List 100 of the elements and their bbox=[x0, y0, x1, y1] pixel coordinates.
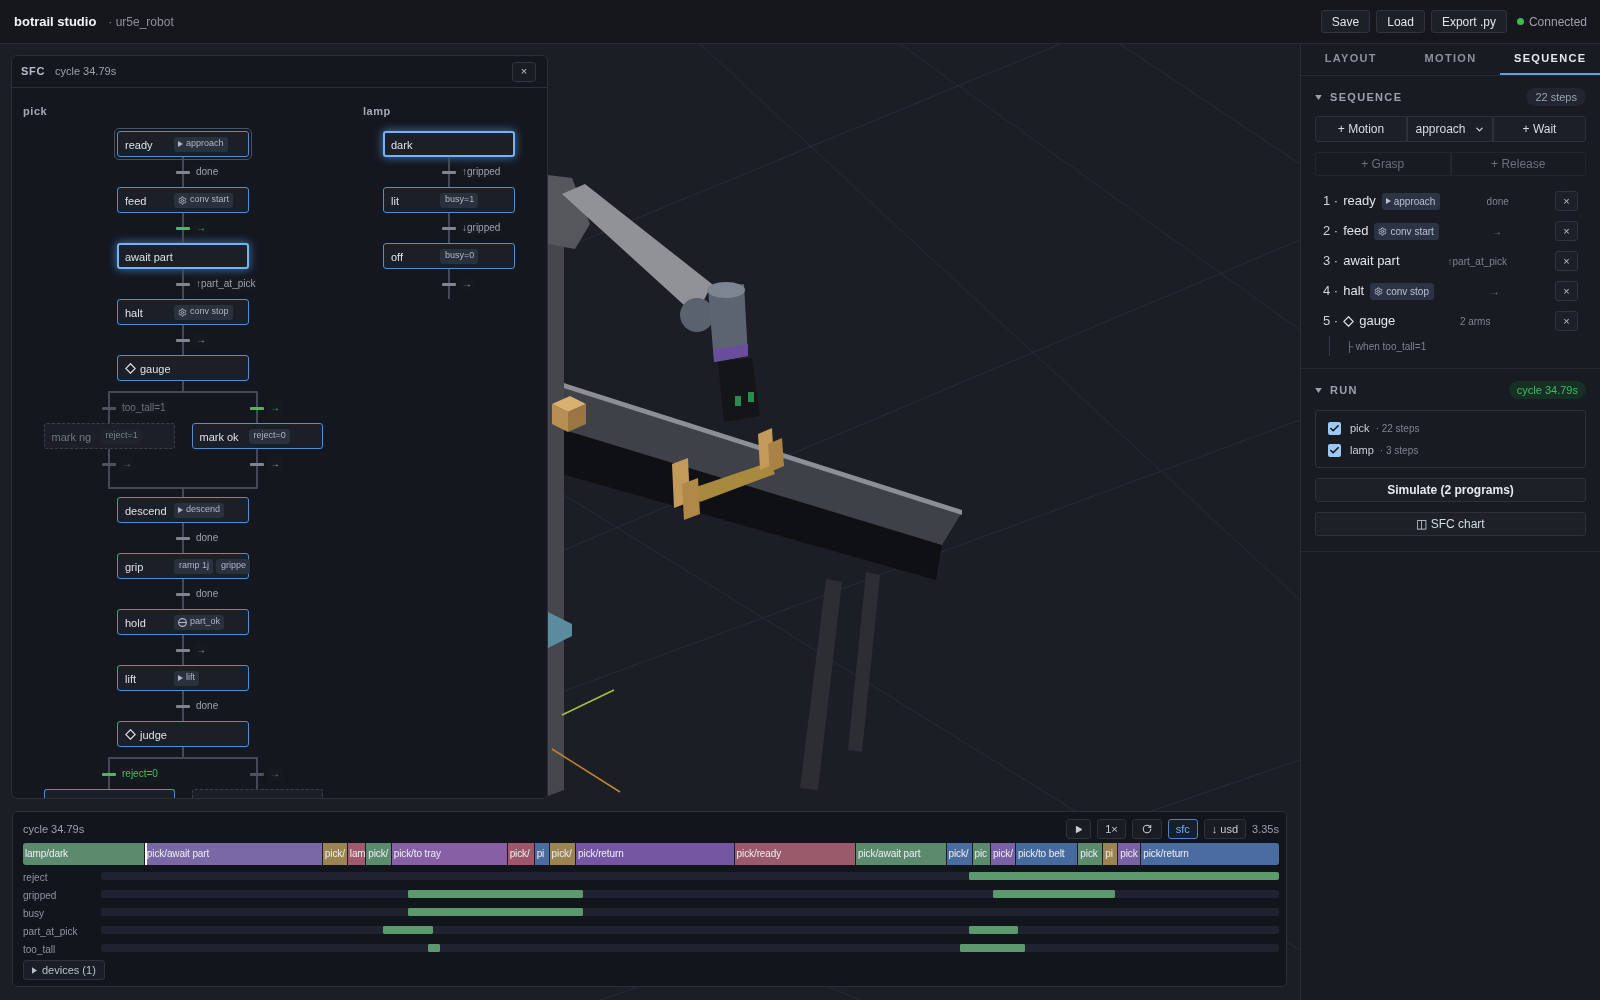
toolbar-button[interactable]: Export .py bbox=[1430, 10, 1507, 33]
connector-line bbox=[182, 213, 184, 243]
step-name[interactable]: await part bbox=[1343, 251, 1400, 271]
remove-button[interactable]: × bbox=[1555, 311, 1578, 331]
loop-button[interactable] bbox=[1131, 819, 1162, 839]
step-number: 3 · bbox=[1323, 252, 1339, 271]
step-name[interactable]: gauge bbox=[1359, 311, 1396, 331]
step-label: await part bbox=[125, 251, 173, 263]
diamond-icon bbox=[125, 728, 136, 740]
tag-label: busy=1 bbox=[445, 193, 475, 207]
step-label: dark bbox=[391, 139, 413, 151]
step-label: mark ng bbox=[51, 431, 92, 443]
simulate-button[interactable]: Simulate (2 programs) bbox=[1315, 478, 1586, 502]
tab[interactable]: MOTION bbox=[1400, 44, 1501, 75]
remove-button[interactable]: × bbox=[1555, 281, 1578, 301]
connector-line bbox=[182, 523, 184, 553]
motion-select[interactable]: approach bbox=[1407, 116, 1493, 142]
play-button[interactable] bbox=[1066, 819, 1092, 839]
program-name: pick bbox=[1350, 420, 1370, 436]
section-title[interactable]: RUN bbox=[1330, 381, 1358, 399]
timeline-segment[interactable]: pick bbox=[1118, 843, 1142, 865]
timeline-segment[interactable]: pick bbox=[1078, 843, 1104, 865]
timeline-segment[interactable]: pick/ bbox=[366, 843, 392, 865]
tag-label: lift bbox=[186, 671, 195, 685]
tag-label: reject=0 bbox=[253, 429, 286, 443]
add-step-button[interactable]: + Motion bbox=[1315, 116, 1407, 142]
toolbar-button[interactable]: ↓ usd bbox=[1203, 819, 1247, 839]
timeline-segment[interactable]: pick/return bbox=[576, 843, 735, 865]
timeline-segment[interactable]: pick/return bbox=[1141, 843, 1279, 865]
sequence-track[interactable]: lamp/dark pick/await part pick/ lam pick/ pick/to tray pick/ pi pick/ pick/return pick/ready pick/await part pick/ pic pick/ pick/to belt pick pi pick pick/return bbox=[23, 843, 1279, 865]
connector-line bbox=[448, 269, 450, 299]
step-label: gauge bbox=[140, 363, 171, 375]
step-name[interactable]: feed bbox=[1343, 221, 1369, 241]
gear-icon bbox=[178, 195, 187, 205]
section-title[interactable]: SEQUENCE bbox=[1330, 88, 1403, 106]
connector-line bbox=[256, 759, 258, 789]
signal-label: part_at_pick bbox=[23, 926, 78, 937]
add-step-button[interactable]: + Wait bbox=[1493, 116, 1586, 142]
connector-line bbox=[182, 635, 184, 665]
timeline-segment[interactable]: pick/to tray bbox=[391, 843, 508, 865]
play-icon bbox=[1074, 824, 1084, 834]
project-name: · ur5e_robot bbox=[108, 13, 174, 31]
step-number: 2 · bbox=[1323, 222, 1339, 241]
diamond-icon bbox=[125, 362, 136, 374]
toolbar-button[interactable]: sfc bbox=[1167, 819, 1198, 839]
transition-label: ↑part_at_pick bbox=[1447, 254, 1507, 269]
toolbar-button[interactable]: 1× bbox=[1097, 819, 1126, 839]
connector-line bbox=[182, 579, 184, 609]
close-button[interactable]: × bbox=[512, 61, 536, 82]
viewport-canvas[interactable] bbox=[0, 44, 1300, 1000]
timeline-segment[interactable]: lamp/dark bbox=[23, 843, 145, 865]
timeline-segment[interactable]: pick/ready bbox=[734, 843, 857, 865]
toolbar-button[interactable]: Save bbox=[1320, 10, 1371, 33]
step-name[interactable]: ready bbox=[1343, 191, 1376, 211]
connector-line bbox=[256, 393, 258, 423]
transition-label: too_tall=1 bbox=[120, 401, 168, 415]
timeline-segment[interactable]: pick/ bbox=[507, 843, 535, 865]
tag-label: ramp 1j bbox=[179, 559, 209, 573]
minus-circle-icon bbox=[178, 617, 187, 627]
gear-icon bbox=[1374, 286, 1384, 296]
cycle-time: cycle 34.79s bbox=[1508, 381, 1586, 399]
timeline-segment[interactable]: pick/to belt bbox=[1015, 843, 1079, 865]
step-count: 22 steps bbox=[1526, 88, 1586, 106]
diamond-icon bbox=[1343, 315, 1355, 327]
transition-label: ↑gripped bbox=[460, 165, 503, 179]
step-label: judge bbox=[140, 729, 167, 741]
branch-condition: ├ when too_tall=1 bbox=[1346, 339, 1427, 354]
gear-icon bbox=[1378, 226, 1388, 236]
devices-button[interactable]: devices (1) bbox=[23, 960, 105, 980]
connector-line bbox=[182, 325, 184, 355]
sfc-chart-button[interactable]: ◫ SFC chart bbox=[1315, 512, 1586, 536]
tag-label: part_ok bbox=[190, 615, 221, 629]
timeline-segment[interactable]: pick/await part bbox=[856, 843, 947, 865]
transition-label: ↑part_at_pick bbox=[194, 277, 258, 291]
transition-label: → bbox=[1489, 284, 1500, 299]
timeline-segment[interactable]: pick/ bbox=[990, 843, 1016, 865]
transition-label: → bbox=[1491, 224, 1502, 239]
remove-button[interactable]: × bbox=[1555, 251, 1578, 271]
app-title: botrail studio bbox=[14, 12, 97, 31]
step-label: descend bbox=[125, 505, 167, 517]
play-icon bbox=[178, 141, 183, 147]
checkbox[interactable] bbox=[1328, 421, 1341, 435]
connector-line bbox=[108, 759, 110, 789]
step-number: 5 · bbox=[1323, 312, 1339, 331]
remove-button[interactable]: × bbox=[1555, 221, 1578, 241]
step-name[interactable]: halt bbox=[1343, 281, 1365, 301]
remove-button[interactable]: × bbox=[1555, 191, 1578, 211]
tag-label: conv start bbox=[190, 193, 229, 207]
select-value: approach bbox=[1415, 121, 1466, 138]
tab[interactable]: LAYOUT bbox=[1301, 44, 1401, 75]
program-info: · 22 steps bbox=[1375, 421, 1420, 436]
timeline-segment[interactable]: pick/ bbox=[946, 843, 973, 865]
checkbox[interactable] bbox=[1328, 443, 1341, 457]
program-name: lamp bbox=[363, 105, 391, 117]
connector-line bbox=[448, 213, 450, 243]
tab[interactable]: SEQUENCE bbox=[1500, 44, 1600, 75]
connector-line bbox=[182, 157, 184, 187]
toolbar-button[interactable]: Load bbox=[1376, 10, 1425, 33]
signal-label: too_tall bbox=[23, 944, 56, 955]
timeline-segment[interactable]: pick/await part bbox=[144, 843, 323, 865]
